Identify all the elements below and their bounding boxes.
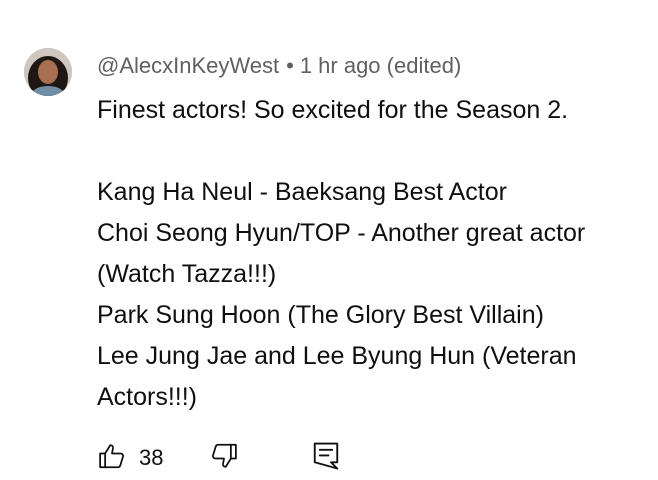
comment: @AlecxInKeyWest • 1 hr ago (edited) Finest… [0,0,658,480]
like-button[interactable]: 38 [97,440,163,476]
comment-line: (Watch Tazza!!!) [97,260,277,288]
thumbs-up-icon [97,441,127,476]
comment-line-blank [97,131,647,172]
dislike-button[interactable] [209,440,239,476]
comment-line: Choi Seong Hyun/TOP - Another great acto… [97,219,586,247]
comment-line: Park Sung Hoon (The Glory Best Villain) [97,301,544,329]
edited-label: (edited) [386,53,462,78]
comment-reply-icon [312,441,340,476]
comment-line: Finest actors! So excited for the Season… [97,96,569,124]
like-count: 38 [139,445,164,470]
comment-line: Lee Jung Jae and Lee Byung Hun (Veteran [97,342,577,370]
author-name[interactable]: @AlecxInKeyWest [97,53,279,78]
comment-text: Finest actors! So excited for the Season… [97,90,647,418]
separator-dot: • [286,53,294,78]
comment-header: @AlecxInKeyWest • 1 hr ago (edited) [97,52,461,80]
reply-button[interactable] [312,440,340,476]
avatar[interactable] [24,48,72,96]
thumbs-down-icon [209,441,239,476]
avatar-image [24,48,72,96]
timestamp[interactable]: 1 hr ago [300,53,381,78]
comment-line: Kang Ha Neul - Baeksang Best Actor [97,178,507,206]
comment-line: Actors!!!) [97,383,198,411]
